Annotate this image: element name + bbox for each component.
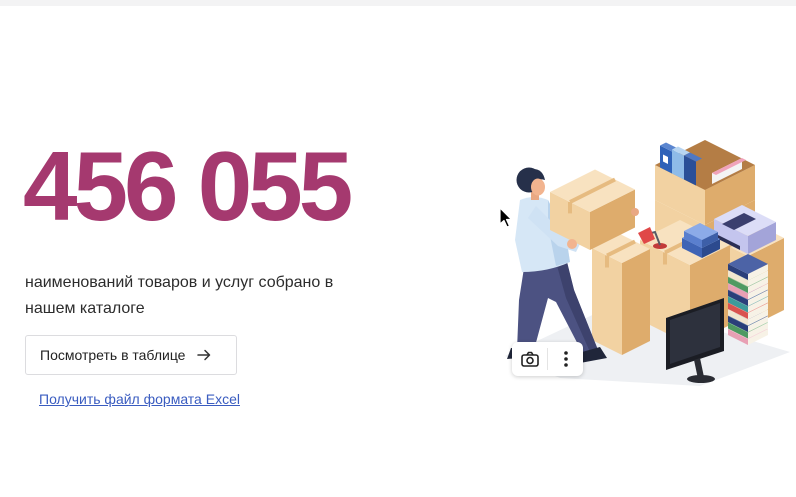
mouse-pointer-icon <box>499 207 513 228</box>
catalog-count: 456 055 <box>23 131 353 241</box>
cardboard-box <box>592 234 650 355</box>
capture-image-button[interactable] <box>512 342 547 376</box>
top-strip <box>0 0 796 6</box>
person-face <box>531 178 545 196</box>
more-vertical-icon <box>563 351 568 367</box>
more-options-button[interactable] <box>548 342 583 376</box>
catalog-count-description: наименований товаров и услуг собрано в н… <box>25 274 334 317</box>
view-in-table-label: Посмотреть в таблице <box>40 347 186 363</box>
image-toolbar <box>512 342 583 376</box>
monitor-base <box>687 375 715 383</box>
cardboard-box-right-face <box>622 249 650 355</box>
arrow-right-icon <box>197 348 211 362</box>
person-hand <box>567 239 577 249</box>
person-hand <box>631 208 639 216</box>
book-stack <box>728 254 768 345</box>
near-box <box>592 234 650 355</box>
camera-icon <box>520 351 539 367</box>
download-excel-link[interactable]: Получить файл формата Excel <box>39 390 240 408</box>
view-in-table-button[interactable]: Посмотреть в таблице <box>25 335 237 375</box>
